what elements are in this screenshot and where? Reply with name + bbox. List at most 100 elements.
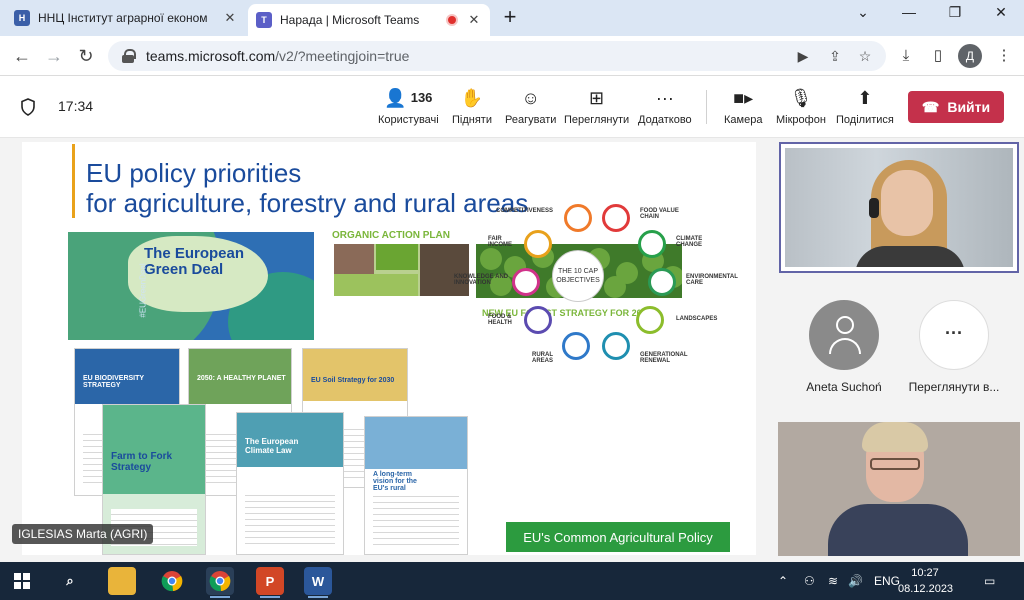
share-page-icon[interactable]: ⇪ [826,47,844,65]
minimize-button[interactable]: — [894,4,924,26]
chrome-profile-icon[interactable] [206,567,234,598]
input-language[interactable]: ENG [874,574,900,588]
tray-arrow-icon[interactable]: ⌃ [778,574,788,588]
cap-label: FOOD & HEALTH [488,314,512,326]
doc-title: The European Climate Law [245,437,299,455]
close-icon[interactable]: ✕ [466,12,482,28]
doc-title: EU Soil Strategy for 2030 [311,377,395,384]
phone-hangup-icon: ☎ [921,98,940,115]
clock-time: 10:27 [911,567,939,579]
cap-landscapes-icon [636,306,664,334]
teams-icon: T [256,12,272,28]
participant-aneta[interactable]: Aneta Suchoń [784,300,904,394]
hand-icon: ✋ [460,88,484,108]
notification-icon[interactable]: ▭ [984,574,995,588]
university-icon: Н [14,10,30,26]
url-path: /v2/?meetingjoin=true [275,48,410,64]
close-icon[interactable]: ✕ [222,10,238,26]
meeting-duration: 17:34 [58,98,94,114]
cap-label: ENVIRONMENTAL CARE [686,274,738,286]
view-button[interactable]: ⊞ Переглянути [564,86,629,132]
clock-date: 08.12.2023 [898,583,954,595]
forward-icon[interactable]: → [42,44,66,68]
share-button[interactable]: ⬆ Поділитися [836,86,894,132]
tab-title: ННЦ Інститут аграрної економ [38,11,208,25]
raise-hand-button[interactable]: ✋ Підняти [452,86,492,132]
cap-fair-income-icon [524,230,552,258]
more-button[interactable]: ··· Додатково [638,86,692,132]
people-icon: 👤 [384,88,407,108]
more-icon: ··· [919,300,989,370]
cap-knowledge-icon [512,268,540,296]
shared-slide: EU policy priorities for agriculture, fo… [22,142,756,555]
view-more-participants[interactable]: ··· Переглянути в... [894,300,1014,394]
download-icon[interactable]: ⤓ [896,46,916,66]
leave-button[interactable]: ☎ Вийти [908,91,1004,123]
address-bar[interactable]: teams.microsoft.com/v2/?meetingjoin=true… [108,41,886,71]
slide-title-line2: for agriculture, forestry and rural area… [86,188,529,218]
more-label: Додатково [638,114,692,126]
menu-kebab-icon[interactable]: ⋮ [994,46,1014,66]
new-tab-button[interactable]: + [498,6,522,30]
tab-search-icon[interactable]: ⌄ [848,4,878,26]
tab-teams[interactable]: T Нарада | Microsoft Teams ✕ [248,4,490,36]
cap-label: RURAL AREAS [532,352,554,364]
participant-count: 136 [410,90,433,105]
react-button[interactable]: ☺ Реагувати [505,86,556,132]
doc-title: 2050: A HEALTHY PLANET [197,375,286,382]
file-explorer-icon[interactable] [108,567,136,595]
cap-label: GENERATIONAL RENEWAL [640,352,688,364]
people-label: Користувачі [378,114,439,126]
presenter-name-tag: IGLESIAS Marta (AGRI) [12,524,154,544]
participant-name: Aneta Suchoń [806,380,882,394]
taskbar-clock[interactable]: 10:27 08.12.2023 [898,565,954,597]
green-deal-hashtag: #EUGreenDeal [138,263,148,318]
speaker-video-tile[interactable] [779,142,1019,273]
doc-title: EU BIODIVERSITY STRATEGY [83,375,144,389]
side-panel-icon[interactable]: ▯ [928,46,948,66]
powerpoint-icon[interactable]: P [256,567,284,598]
organic-plan-image [334,244,469,296]
close-window-button[interactable]: ✕ [986,4,1016,26]
windows-start-icon[interactable] [8,567,36,595]
cap-health-icon [524,306,552,334]
camera-button[interactable]: ■▸ Камера [724,86,762,132]
word-icon[interactable]: W [304,567,332,598]
mic-off-icon: 🎙 [789,88,813,108]
participant-video-tile[interactable] [778,422,1020,556]
reload-icon[interactable]: ↻ [74,44,98,68]
people-tray-icon[interactable]: ⚇ [804,574,815,588]
doc-title: Farm to Fork Strategy [111,451,173,473]
back-icon[interactable]: ← [10,44,34,68]
wifi-icon[interactable]: ≋ [828,574,838,588]
profile-avatar[interactable]: Д [958,44,982,68]
view-more-label: Переглянути в... [908,380,1000,394]
camera-icon: ■▸ [733,88,754,108]
smiley-icon: ☺ [521,88,540,108]
green-deal-card: The European Green Deal #EUGreenDeal [68,232,314,340]
cap-rural-icon [562,332,590,360]
mic-label: Мікрофон [776,114,826,126]
cap-label: FOOD VALUE CHAIN [640,208,679,220]
cap-environment-icon [648,268,676,296]
cap-generational-icon [602,332,630,360]
slide-accent-bar [72,144,75,218]
raise-label: Підняти [452,114,492,126]
chrome-icon[interactable] [158,567,186,595]
people-button[interactable]: 👤 136 Користувачі [378,86,439,132]
cap-label: LANDSCAPES [676,316,718,322]
tab-institute[interactable]: Н ННЦ Інститут аграрної економ ✕ [6,4,246,32]
avatar [809,300,879,370]
tab-title: Нарада | Microsoft Teams [280,13,420,27]
speaker-video [785,148,1013,267]
microphone-button[interactable]: 🎙 Мікрофон [776,86,826,132]
bookmark-star-icon[interactable]: ☆ [856,47,874,65]
camera-blocked-icon[interactable]: ▶ [794,47,812,65]
shield-icon[interactable] [20,98,36,116]
volume-icon[interactable]: 🔊 [848,574,863,588]
cap-label: KNOWLEDGE AND INNOVATION [454,274,509,286]
url-host: teams.microsoft.com [146,48,276,64]
search-icon[interactable]: ⌕ [56,567,84,595]
restore-button[interactable]: ❐ [940,4,970,26]
recording-icon [446,14,458,26]
